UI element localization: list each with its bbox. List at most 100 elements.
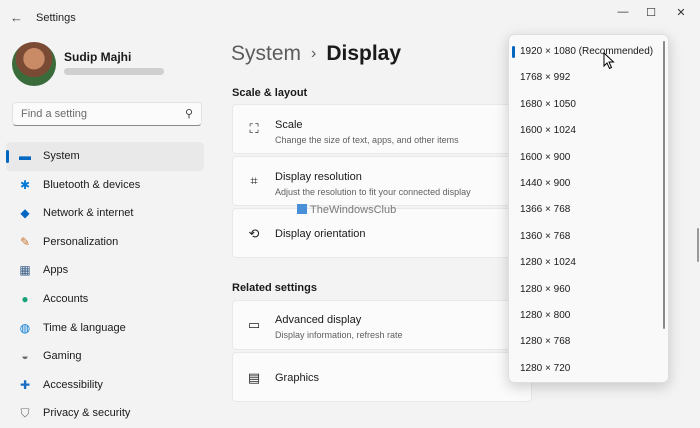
resolution-option-label: 1920 × 1080 (Recommended) <box>520 46 654 57</box>
sidebar-item-privacy-security[interactable]: ⛉ Privacy & security <box>6 399 204 428</box>
user-name: Sudip Majhi <box>64 50 132 64</box>
page-title: Display <box>326 42 402 65</box>
sidebar-item-system[interactable]: ▬ System <box>6 142 204 171</box>
sidebar-item-bluetooth-devices[interactable]: ✱ Bluetooth & devices <box>6 171 204 200</box>
display-orientation-title: Display orientation <box>275 228 366 240</box>
resolution-option[interactable]: 1600 × 1024 <box>509 116 668 142</box>
title-bar: ← Settings — ☐ ✕ <box>0 0 700 32</box>
resolution-option[interactable]: 1280 × 1024 <box>509 248 668 274</box>
gamepad-icon: ◒ <box>21 349 29 364</box>
graphics-card[interactable]: ▤ Graphics <box>232 352 532 402</box>
sidebar-item-label: System <box>43 150 80 162</box>
user-email-blurred <box>64 68 164 75</box>
resolution-option[interactable]: 1280 × 960 <box>509 275 668 301</box>
sidebar-item-personalization[interactable]: ✎ Personalization <box>6 228 204 257</box>
display-resolution-subtitle: Adjust the resolution to fit your connec… <box>275 187 471 197</box>
sidebar-item-label: Gaming <box>43 350 82 363</box>
display-resolution-card[interactable]: ⌗ Display resolution Adjust the resoluti… <box>232 156 532 206</box>
resolution-option-label: 1680 × 1050 <box>520 98 576 110</box>
sidebar-item-time-language[interactable]: ◍ Time & language <box>6 314 204 343</box>
sidebar: Sudip Majhi Find a setting ⚲ ▬ System ✱ Blu… <box>0 36 215 423</box>
selected-indicator <box>512 46 515 58</box>
orientation-icon: ⟲ <box>248 226 260 241</box>
watermark-logo-icon <box>297 204 307 214</box>
graphics-icon: ▤ <box>247 370 261 385</box>
close-icon[interactable]: ✕ <box>672 6 690 20</box>
resolution-option[interactable]: 1920 × 1080 (Recommended) <box>509 37 668 63</box>
sidebar-item-label: Accounts <box>43 292 89 305</box>
section-heading-scale: Scale & layout <box>232 87 308 99</box>
breadcrumb-chevron-icon: › <box>311 45 317 62</box>
app-title: Settings <box>36 12 76 24</box>
resolution-option[interactable]: 1440 × 900 <box>509 169 668 195</box>
search-placeholder: Find a setting <box>21 108 88 120</box>
globe-clock-icon: ◍ <box>19 320 31 335</box>
sidebar-item-label: Privacy & security <box>43 407 131 420</box>
sidebar-item-label: Network & internet <box>43 207 134 220</box>
sidebar-item-accounts[interactable]: ● Accounts <box>6 285 204 314</box>
resolution-option-label: 1280 × 960 <box>520 283 571 295</box>
selection-indicator <box>6 150 9 163</box>
sidebar-item-label: Time & language <box>43 321 126 334</box>
accessibility-icon: ✚ <box>19 377 31 392</box>
breadcrumb-parent[interactable]: System <box>231 42 301 65</box>
sidebar-item-apps[interactable]: ▦ Apps <box>6 256 204 285</box>
resolution-option[interactable]: 1280 × 800 <box>509 301 668 327</box>
sidebar-item-gaming[interactable]: ◒ Gaming <box>6 342 204 371</box>
advanced-display-icon: ▭ <box>247 317 261 332</box>
resolution-option[interactable]: 1280 × 768 <box>509 327 668 353</box>
scale-subtitle: Change the size of text, apps, and other… <box>275 135 459 145</box>
resolution-option[interactable]: 1366 × 768 <box>509 195 668 221</box>
person-icon: ● <box>21 291 29 306</box>
scale-icon: ⛶ <box>249 121 259 136</box>
bluetooth-icon: ✱ <box>19 177 31 192</box>
resolution-option-label: 1366 × 768 <box>520 204 571 216</box>
sidebar-item-label: Bluetooth & devices <box>43 178 141 191</box>
resolution-option[interactable]: 1280 × 720 <box>509 354 668 380</box>
watermark: TheWindowsClub <box>297 204 396 216</box>
mouse-cursor-icon <box>603 52 615 70</box>
advanced-display-card[interactable]: ▭ Advanced display Display information, … <box>232 300 532 350</box>
resolution-dropdown[interactable]: 1920 × 1080 (Recommended) 1768 × 992 1680 … <box>508 34 669 383</box>
resolution-option[interactable]: 1600 × 900 <box>509 143 668 169</box>
resolution-option-label: 1768 × 992 <box>520 72 571 84</box>
maximize-icon[interactable]: ☐ <box>642 6 660 20</box>
resolution-icon: ⌗ <box>250 173 258 188</box>
resolution-options: 1920 × 1080 (Recommended) 1768 × 992 1680 … <box>509 35 668 380</box>
resolution-option-label: 1600 × 900 <box>520 151 571 163</box>
display-resolution-title: Display resolution <box>275 171 362 183</box>
breadcrumb: System › Display <box>231 42 401 66</box>
back-arrow-icon[interactable]: ← <box>10 10 23 25</box>
resolution-option-label: 1600 × 1024 <box>520 125 576 137</box>
resolution-option-label: 1280 × 720 <box>520 362 571 374</box>
apps-icon: ▦ <box>19 263 31 278</box>
resolution-option[interactable]: 1768 × 992 <box>509 63 668 89</box>
resolution-option[interactable]: 1680 × 1050 <box>509 90 668 116</box>
graphics-title: Graphics <box>275 372 320 384</box>
nav-list: ▬ System ✱ Bluetooth & devices ◆ Network & in… <box>6 142 204 428</box>
scale-title: Scale <box>275 119 303 131</box>
sidebar-item-accessibility[interactable]: ✚ Accessibility <box>6 371 204 400</box>
page-scrollbar[interactable] <box>697 228 699 262</box>
sidebar-item-label: Accessibility <box>43 378 103 391</box>
monitor-icon: ▬ <box>19 149 31 163</box>
sidebar-item-label: Apps <box>43 264 69 277</box>
section-heading-related: Related settings <box>232 282 317 294</box>
resolution-option[interactable]: 1360 × 768 <box>509 222 668 248</box>
advanced-display-subtitle: Display information, refresh rate <box>275 330 403 340</box>
resolution-option-label: 1360 × 768 <box>520 230 571 242</box>
shield-icon: ⛉ <box>20 406 30 421</box>
brush-icon: ✎ <box>19 234 31 249</box>
sidebar-item-network-internet[interactable]: ◆ Network & internet <box>6 199 204 228</box>
avatar[interactable] <box>12 42 56 86</box>
dropdown-scrollbar[interactable] <box>663 41 665 329</box>
resolution-option-label: 1280 × 1024 <box>520 257 576 269</box>
resolution-option-label: 1280 × 768 <box>520 336 571 348</box>
advanced-display-title: Advanced display <box>275 314 362 326</box>
search-icon[interactable]: ⚲ <box>185 107 193 120</box>
search-input[interactable]: Find a setting ⚲ <box>12 102 202 126</box>
minimize-icon[interactable]: — <box>614 6 632 20</box>
watermark-text: TheWindowsClub <box>310 204 397 216</box>
scale-card[interactable]: ⛶ Scale Change the size of text, apps, a… <box>232 104 532 154</box>
sidebar-item-label: Personalization <box>43 235 119 248</box>
